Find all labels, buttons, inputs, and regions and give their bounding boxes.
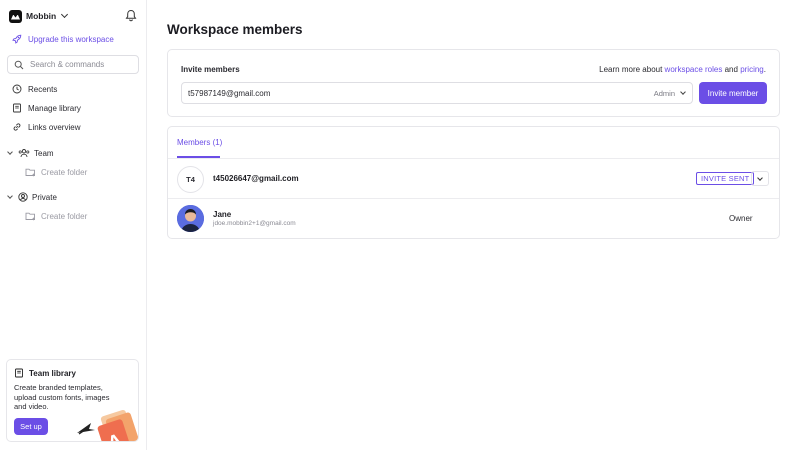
chevron-down-icon bbox=[61, 10, 69, 19]
link-icon bbox=[13, 123, 21, 131]
pricing-link[interactable]: pricing bbox=[740, 65, 764, 74]
sidebar-item-manage-library[interactable]: Manage library bbox=[12, 103, 81, 113]
create-folder-label: Create folder bbox=[41, 167, 88, 177]
sidebar-item-label: Recents bbox=[28, 84, 58, 94]
learn-more-text: Learn more about workspace roles and pri… bbox=[599, 65, 766, 74]
learn-suffix: . bbox=[763, 65, 766, 74]
member-email: jdoe.mobbin2+1@gmail.com bbox=[213, 220, 296, 227]
sidebar-item-label: Links overview bbox=[28, 122, 81, 132]
member-options-button[interactable] bbox=[751, 171, 769, 186]
member-role: Owner bbox=[729, 214, 753, 223]
team-library-title-text: Team library bbox=[29, 368, 76, 378]
learn-and: and bbox=[724, 65, 738, 74]
role-select[interactable]: Admin bbox=[653, 88, 686, 98]
sidebar-section-private[interactable]: Private bbox=[7, 192, 57, 202]
learn-prefix: Learn more about bbox=[599, 65, 663, 74]
search-box[interactable] bbox=[7, 55, 139, 74]
members-card: Members (1) T4 t45026647@gmail.com INVIT… bbox=[167, 126, 780, 239]
sidebar: Mobbin Upgrade this workspace Recents bbox=[0, 0, 147, 450]
workspace-roles-link[interactable]: workspace roles bbox=[665, 65, 723, 74]
upgrade-workspace-link[interactable]: Upgrade this workspace bbox=[12, 34, 114, 44]
divider bbox=[168, 198, 779, 199]
clock-icon bbox=[12, 84, 22, 94]
avatar-photo bbox=[177, 205, 204, 232]
invite-members-card: Invite members Learn more about workspac… bbox=[167, 49, 780, 117]
create-folder-label: Create folder bbox=[41, 211, 88, 221]
team-library-illustration: A bbox=[77, 409, 138, 441]
user-circle-icon bbox=[18, 192, 28, 202]
invite-email-field[interactable]: Admin bbox=[181, 82, 693, 104]
sidebar-item-recents[interactable]: Recents bbox=[12, 84, 57, 94]
create-folder-team[interactable]: Create folder bbox=[25, 167, 87, 177]
team-library-card: Team library Create branded templates, u… bbox=[6, 359, 139, 442]
folder-plus-icon bbox=[25, 168, 35, 177]
divider bbox=[168, 158, 779, 159]
invite-members-label: Invite members bbox=[181, 65, 240, 74]
status-badge: INVITE SENT bbox=[696, 172, 755, 185]
section-label: Private bbox=[32, 192, 57, 202]
chevron-down-icon bbox=[7, 193, 13, 199]
create-folder-private[interactable]: Create folder bbox=[25, 211, 87, 221]
avatar bbox=[177, 205, 204, 232]
invite-member-button[interactable]: Invite member bbox=[699, 82, 767, 104]
page-title: Workspace members bbox=[167, 22, 303, 37]
sidebar-item-links-overview[interactable]: Links overview bbox=[12, 122, 80, 132]
search-icon bbox=[14, 60, 24, 69]
cursor-arrow-icon bbox=[77, 423, 95, 433]
team-library-title: Team library bbox=[14, 368, 76, 378]
bell-icon[interactable] bbox=[125, 9, 137, 22]
rocket-icon bbox=[12, 34, 22, 44]
search-input[interactable] bbox=[30, 60, 130, 69]
chevron-down-icon bbox=[680, 89, 686, 95]
member-email: t45026647@gmail.com bbox=[213, 174, 299, 183]
chevron-down-icon bbox=[7, 149, 13, 155]
upgrade-label: Upgrade this workspace bbox=[28, 34, 114, 44]
role-select-value: Admin bbox=[653, 88, 675, 98]
member-name: Jane bbox=[213, 210, 232, 219]
workspace-switcher[interactable]: Mobbin bbox=[9, 9, 69, 23]
library-icon bbox=[13, 103, 21, 113]
sidebar-section-team[interactable]: Team bbox=[7, 148, 54, 158]
book-icon bbox=[15, 368, 23, 378]
team-icon bbox=[18, 149, 30, 158]
workspace-name: Mobbin bbox=[26, 11, 57, 21]
set-up-button[interactable]: Set up bbox=[14, 418, 48, 435]
invite-email-input[interactable] bbox=[188, 88, 654, 98]
sidebar-item-label: Manage library bbox=[28, 103, 81, 113]
tab-members[interactable]: Members (1) bbox=[177, 138, 222, 147]
chevron-down-icon bbox=[757, 174, 763, 181]
mobbin-logo-icon bbox=[9, 9, 22, 23]
folder-plus-icon bbox=[25, 212, 35, 221]
avatar: T4 bbox=[177, 166, 204, 193]
section-label: Team bbox=[34, 148, 54, 158]
